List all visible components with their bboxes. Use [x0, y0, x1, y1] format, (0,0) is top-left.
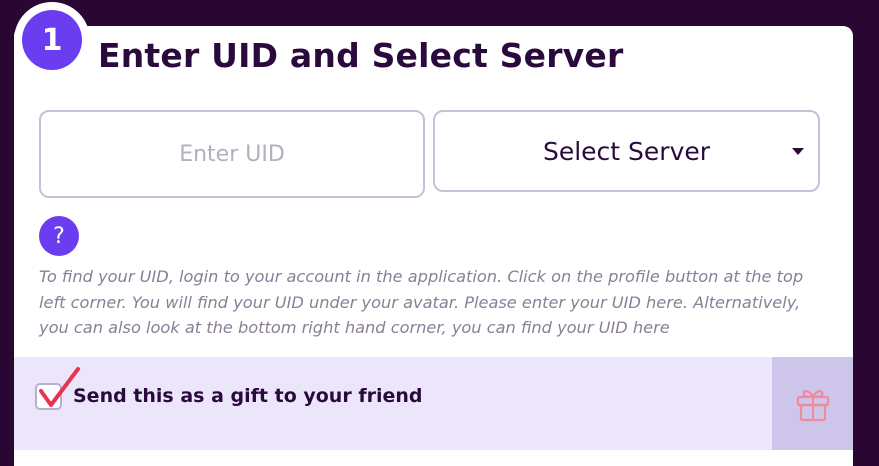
- help-button[interactable]: ?: [39, 216, 79, 256]
- step-number-badge: 1: [22, 10, 82, 70]
- server-select[interactable]: Select Server: [433, 110, 820, 192]
- gift-icon: [796, 389, 829, 421]
- section-title: Enter UID and Select Server: [98, 36, 624, 75]
- question-mark-icon: ?: [53, 223, 65, 249]
- gift-option-bar: Send this as a gift to your friend: [14, 357, 853, 450]
- uid-input[interactable]: [39, 110, 425, 198]
- caret-down-icon: [792, 148, 804, 155]
- server-select-label: Select Server: [542, 136, 711, 166]
- gift-checkbox[interactable]: [35, 383, 62, 410]
- gift-checkbox-label[interactable]: Send this as a gift to your friend: [73, 385, 422, 407]
- uid-help-text: To find your UID, login to your account …: [39, 267, 804, 337]
- gift-button[interactable]: [772, 357, 853, 450]
